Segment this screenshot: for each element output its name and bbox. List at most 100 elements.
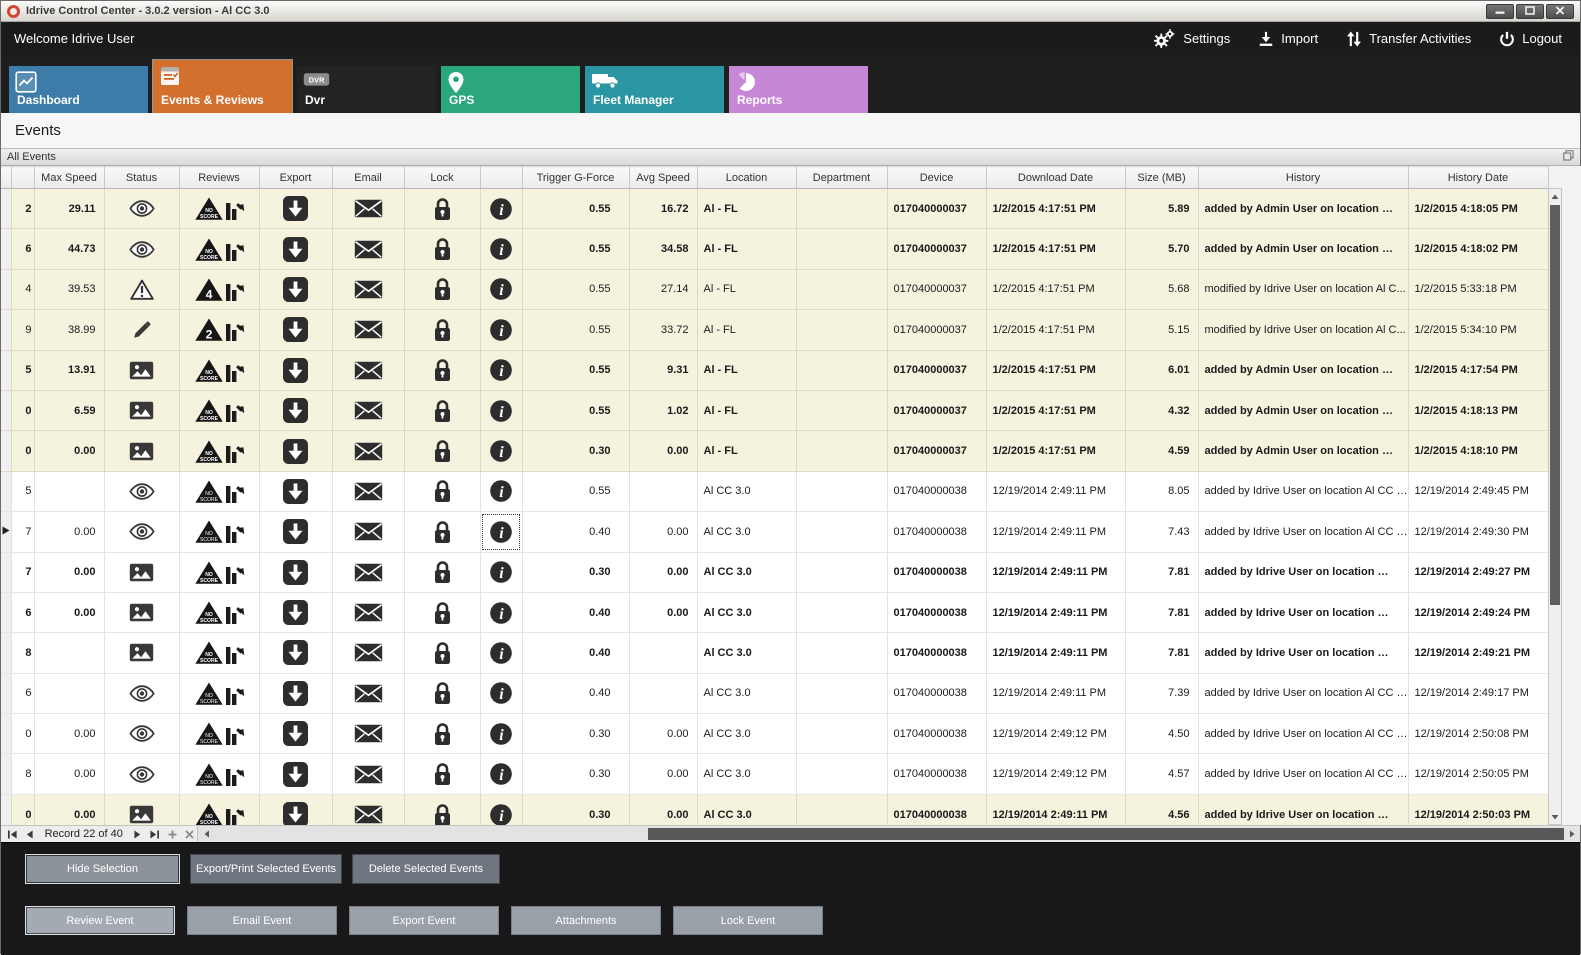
cell-info[interactable]: i (480, 310, 522, 350)
column-header-location[interactable]: Location (697, 167, 796, 189)
cell-email[interactable] (332, 592, 404, 632)
cell-info[interactable]: i (480, 471, 522, 511)
cell-reviews[interactable]: NOSCORE (179, 714, 259, 754)
email-icon[interactable] (354, 805, 383, 824)
info-icon[interactable]: i (489, 479, 513, 503)
cell-export[interactable] (259, 471, 332, 511)
import-button[interactable]: Import (1258, 31, 1318, 47)
email-icon[interactable] (354, 320, 383, 339)
nav-append-button[interactable] (164, 828, 179, 841)
lock-icon[interactable] (433, 196, 452, 222)
close-button[interactable] (1546, 4, 1574, 19)
attachments-button[interactable]: Attachments (511, 906, 661, 935)
export-icon[interactable] (282, 276, 309, 303)
export-print-selected-events-button[interactable]: Export/Print Selected Events (190, 854, 342, 884)
table-row[interactable]: 70.00NOSCOREi0.300.00Al CC 3.00170400000… (1, 552, 1548, 592)
email-icon[interactable] (354, 240, 383, 259)
export-icon[interactable] (282, 316, 309, 343)
tab-dvr[interactable]: DVRDvr (297, 66, 436, 113)
cell-reviews[interactable]: NOSCORE (179, 754, 259, 794)
cell-lock[interactable] (404, 390, 480, 430)
export-icon[interactable] (282, 720, 309, 747)
info-icon[interactable]: i (489, 237, 513, 261)
cell-reviews[interactable]: NOSCORE (179, 673, 259, 713)
cell-info[interactable]: i (480, 431, 522, 471)
info-icon[interactable]: i (489, 277, 513, 301)
cell-lock[interactable] (404, 350, 480, 390)
cell-info[interactable]: i (480, 189, 522, 229)
settings-button[interactable]: Settings (1152, 28, 1230, 50)
cell-lock[interactable] (404, 754, 480, 794)
lock-icon[interactable] (433, 640, 452, 666)
export-icon[interactable] (282, 639, 309, 666)
info-icon[interactable]: i (489, 318, 513, 342)
cell-export[interactable] (259, 269, 332, 309)
table-row[interactable]: 80.00NOSCOREi0.300.00Al CC 3.00170400000… (1, 754, 1548, 794)
column-header-avg-speed[interactable]: Avg Speed (629, 167, 697, 189)
cell-reviews[interactable]: NOSCORE (179, 794, 259, 825)
nav-delete-button[interactable] (182, 828, 197, 841)
column-header-export[interactable]: Export (259, 167, 332, 189)
cell-export[interactable] (259, 350, 332, 390)
cell-reviews[interactable]: NOSCORE (179, 552, 259, 592)
cell-lock[interactable] (404, 592, 480, 632)
cell-info[interactable]: i (480, 673, 522, 713)
cell-info[interactable]: i (480, 714, 522, 754)
cell-export[interactable] (259, 673, 332, 713)
table-row[interactable]: 229.11NOSCOREi0.5516.72Al - FL0170400000… (1, 189, 1548, 229)
info-icon[interactable]: i (489, 722, 513, 746)
info-icon[interactable]: i (489, 358, 513, 382)
cell-export[interactable] (259, 714, 332, 754)
column-header-lock[interactable]: Lock (404, 167, 480, 189)
email-icon[interactable] (354, 603, 383, 622)
cell-lock[interactable] (404, 189, 480, 229)
cell-email[interactable] (332, 431, 404, 471)
cell-info[interactable]: i (480, 633, 522, 673)
cell-reviews[interactable]: 4 (179, 269, 259, 309)
table-row[interactable]: 8NOSCOREi0.40Al CC 3.001704000003812/19/… (1, 633, 1548, 673)
cell-email[interactable] (332, 714, 404, 754)
export-icon[interactable] (282, 478, 309, 505)
cell-reviews[interactable]: NOSCORE (179, 512, 259, 552)
cell-lock[interactable] (404, 431, 480, 471)
cell-reviews[interactable]: 2 (179, 310, 259, 350)
tab-gps[interactable]: GPS (441, 66, 580, 113)
export-icon[interactable] (282, 599, 309, 626)
info-icon[interactable]: i (489, 399, 513, 423)
nav-prev-button[interactable] (22, 828, 37, 841)
lock-event-button[interactable]: Lock Event (673, 906, 823, 935)
export-icon[interactable] (282, 761, 309, 788)
lock-icon[interactable] (433, 276, 452, 302)
transfer-activities-button[interactable]: Transfer Activities (1346, 31, 1471, 47)
cell-info[interactable]: i (480, 512, 522, 552)
table-row[interactable]: 938.992i0.5533.72Al - FL0170400000371/2/… (1, 310, 1548, 350)
cell-email[interactable] (332, 390, 404, 430)
vertical-scrollbar-thumb[interactable] (1550, 205, 1560, 605)
email-icon[interactable] (354, 482, 383, 501)
column-header-max-speed[interactable]: Max Speed (34, 167, 104, 189)
lock-icon[interactable] (433, 600, 452, 626)
horizontal-scrollbar[interactable] (197, 826, 1580, 842)
export-icon[interactable] (282, 357, 309, 384)
table-row[interactable]: 439.534i0.5527.14Al - FL0170400000371/2/… (1, 269, 1548, 309)
column-header-email[interactable]: Email (332, 167, 404, 189)
cell-email[interactable] (332, 471, 404, 511)
export-icon[interactable] (282, 559, 309, 586)
cell-email[interactable] (332, 269, 404, 309)
cell-info[interactable]: i (480, 592, 522, 632)
cell-info[interactable]: i (480, 552, 522, 592)
column-header-size-mb[interactable]: Size (MB) (1125, 167, 1198, 189)
email-icon[interactable] (354, 563, 383, 582)
export-icon[interactable] (282, 518, 309, 545)
cell-lock[interactable] (404, 229, 480, 269)
table-row[interactable]: 513.91NOSCOREi0.559.31Al - FL01704000003… (1, 350, 1548, 390)
cell-info[interactable]: i (480, 794, 522, 825)
cell-reviews[interactable]: NOSCORE (179, 229, 259, 269)
cell-info[interactable]: i (480, 269, 522, 309)
email-icon[interactable] (354, 401, 383, 420)
review-event-button[interactable]: Review Event (25, 906, 175, 935)
lock-icon[interactable] (433, 236, 452, 262)
lock-icon[interactable] (433, 680, 452, 706)
cell-lock[interactable] (404, 310, 480, 350)
email-icon[interactable] (354, 643, 383, 662)
